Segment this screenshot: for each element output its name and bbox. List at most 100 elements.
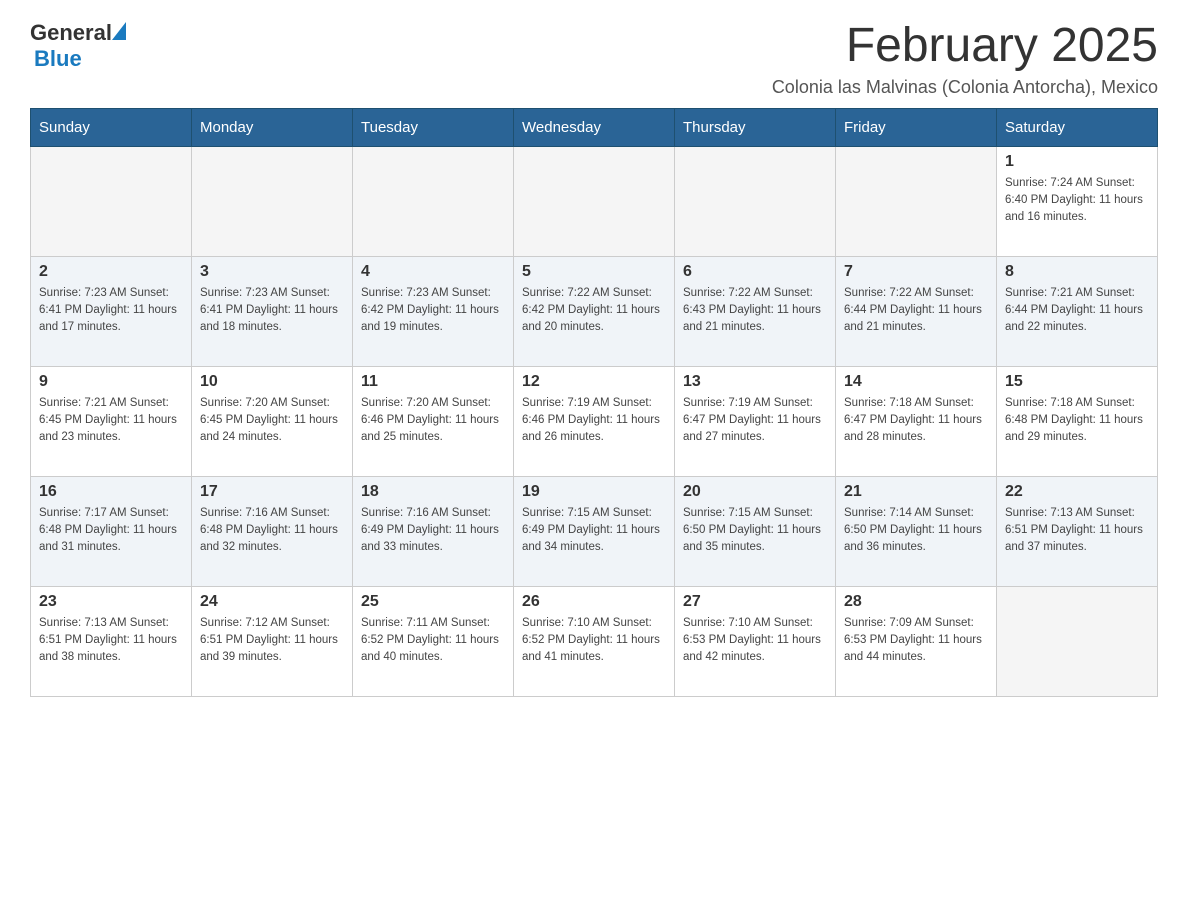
- day-number: 27: [683, 593, 827, 611]
- day-info: Sunrise: 7:20 AM Sunset: 6:45 PM Dayligh…: [200, 395, 344, 447]
- day-info: Sunrise: 7:11 AM Sunset: 6:52 PM Dayligh…: [361, 615, 505, 667]
- calendar-day: 26 Sunrise: 7:10 AM Sunset: 6:52 PM Dayli…: [514, 586, 675, 696]
- calendar-day: [675, 146, 836, 256]
- calendar-day: 27 Sunrise: 7:10 AM Sunset: 6:53 PM Dayli…: [675, 586, 836, 696]
- day-info: Sunrise: 7:22 AM Sunset: 6:42 PM Dayligh…: [522, 285, 666, 337]
- logo: General Blue: [30, 20, 126, 72]
- page-header: General Blue February 2025 Colonia las M…: [30, 20, 1158, 98]
- calendar-day: 11 Sunrise: 7:20 AM Sunset: 6:46 PM Dayli…: [353, 366, 514, 476]
- calendar-day: 15 Sunrise: 7:18 AM Sunset: 6:48 PM Dayli…: [997, 366, 1158, 476]
- calendar-day: 16 Sunrise: 7:17 AM Sunset: 6:48 PM Dayli…: [31, 476, 192, 586]
- weekday-header-saturday: Saturday: [997, 108, 1158, 146]
- calendar-day: 21 Sunrise: 7:14 AM Sunset: 6:50 PM Dayli…: [836, 476, 997, 586]
- day-info: Sunrise: 7:18 AM Sunset: 6:48 PM Dayligh…: [1005, 395, 1149, 447]
- day-number: 15: [1005, 373, 1149, 391]
- day-info: Sunrise: 7:14 AM Sunset: 6:50 PM Dayligh…: [844, 505, 988, 557]
- calendar-title: February 2025: [772, 20, 1158, 73]
- day-info: Sunrise: 7:09 AM Sunset: 6:53 PM Dayligh…: [844, 615, 988, 667]
- title-section: February 2025 Colonia las Malvinas (Colo…: [772, 20, 1158, 98]
- calendar-day: 6 Sunrise: 7:22 AM Sunset: 6:43 PM Daylig…: [675, 256, 836, 366]
- day-number: 3: [200, 263, 344, 281]
- day-number: 10: [200, 373, 344, 391]
- day-number: 22: [1005, 483, 1149, 501]
- calendar-week-4: 16 Sunrise: 7:17 AM Sunset: 6:48 PM Dayli…: [31, 476, 1158, 586]
- weekday-header-sunday: Sunday: [31, 108, 192, 146]
- calendar-day: 10 Sunrise: 7:20 AM Sunset: 6:45 PM Dayli…: [192, 366, 353, 476]
- day-info: Sunrise: 7:22 AM Sunset: 6:43 PM Dayligh…: [683, 285, 827, 337]
- day-number: 9: [39, 373, 183, 391]
- calendar-day: 3 Sunrise: 7:23 AM Sunset: 6:41 PM Daylig…: [192, 256, 353, 366]
- day-number: 11: [361, 373, 505, 391]
- day-number: 18: [361, 483, 505, 501]
- day-number: 16: [39, 483, 183, 501]
- logo-general-text: General: [30, 20, 112, 46]
- calendar-day: 14Sunrise: 7:18 AM Sunset: 6:47 PM Dayli…: [836, 366, 997, 476]
- day-info: Sunrise: 7:12 AM Sunset: 6:51 PM Dayligh…: [200, 615, 344, 667]
- calendar-day: 2 Sunrise: 7:23 AM Sunset: 6:41 PM Daylig…: [31, 256, 192, 366]
- day-number: 1: [1005, 153, 1149, 171]
- day-info: Sunrise: 7:16 AM Sunset: 6:48 PM Dayligh…: [200, 505, 344, 557]
- calendar-week-1: 1 Sunrise: 7:24 AM Sunset: 6:40 PM Daylig…: [31, 146, 1158, 256]
- day-number: 21: [844, 483, 988, 501]
- calendar-day: 8 Sunrise: 7:21 AM Sunset: 6:44 PM Daylig…: [997, 256, 1158, 366]
- calendar-day: 24Sunrise: 7:12 AM Sunset: 6:51 PM Dayli…: [192, 586, 353, 696]
- calendar-day: 20Sunrise: 7:15 AM Sunset: 6:50 PM Dayli…: [675, 476, 836, 586]
- day-number: 25: [361, 593, 505, 611]
- calendar-week-5: 23Sunrise: 7:13 AM Sunset: 6:51 PM Dayli…: [31, 586, 1158, 696]
- day-number: 4: [361, 263, 505, 281]
- day-info: Sunrise: 7:10 AM Sunset: 6:52 PM Dayligh…: [522, 615, 666, 667]
- day-info: Sunrise: 7:13 AM Sunset: 6:51 PM Dayligh…: [39, 615, 183, 667]
- day-number: 28: [844, 593, 988, 611]
- day-info: Sunrise: 7:21 AM Sunset: 6:44 PM Dayligh…: [1005, 285, 1149, 337]
- day-number: 26: [522, 593, 666, 611]
- calendar-week-3: 9 Sunrise: 7:21 AM Sunset: 6:45 PM Daylig…: [31, 366, 1158, 476]
- weekday-header-tuesday: Tuesday: [353, 108, 514, 146]
- day-number: 14: [844, 373, 988, 391]
- calendar-table: SundayMondayTuesdayWednesdayThursdayFrid…: [30, 108, 1158, 697]
- calendar-week-2: 2 Sunrise: 7:23 AM Sunset: 6:41 PM Daylig…: [31, 256, 1158, 366]
- day-number: 5: [522, 263, 666, 281]
- day-info: Sunrise: 7:15 AM Sunset: 6:49 PM Dayligh…: [522, 505, 666, 557]
- calendar-subtitle: Colonia las Malvinas (Colonia Antorcha),…: [772, 77, 1158, 98]
- calendar-day: 13 Sunrise: 7:19 AM Sunset: 6:47 PM Dayli…: [675, 366, 836, 476]
- weekday-header-thursday: Thursday: [675, 108, 836, 146]
- calendar-day: 25 Sunrise: 7:11 AM Sunset: 6:52 PM Dayli…: [353, 586, 514, 696]
- calendar-header-row: SundayMondayTuesdayWednesdayThursdayFrid…: [31, 108, 1158, 146]
- logo-blue-text: Blue: [34, 46, 82, 72]
- day-info: Sunrise: 7:21 AM Sunset: 6:45 PM Dayligh…: [39, 395, 183, 447]
- day-number: 6: [683, 263, 827, 281]
- day-info: Sunrise: 7:23 AM Sunset: 6:41 PM Dayligh…: [200, 285, 344, 337]
- day-info: Sunrise: 7:24 AM Sunset: 6:40 PM Dayligh…: [1005, 175, 1149, 227]
- day-number: 19: [522, 483, 666, 501]
- calendar-day: 5 Sunrise: 7:22 AM Sunset: 6:42 PM Daylig…: [514, 256, 675, 366]
- day-info: Sunrise: 7:17 AM Sunset: 6:48 PM Dayligh…: [39, 505, 183, 557]
- logo-triangle-icon: [112, 22, 126, 40]
- calendar-day: [836, 146, 997, 256]
- day-info: Sunrise: 7:10 AM Sunset: 6:53 PM Dayligh…: [683, 615, 827, 667]
- weekday-header-wednesday: Wednesday: [514, 108, 675, 146]
- calendar-day: 19 Sunrise: 7:15 AM Sunset: 6:49 PM Dayli…: [514, 476, 675, 586]
- day-number: 2: [39, 263, 183, 281]
- calendar-day: 18Sunrise: 7:16 AM Sunset: 6:49 PM Dayli…: [353, 476, 514, 586]
- calendar-day: [997, 586, 1158, 696]
- day-number: 20: [683, 483, 827, 501]
- day-info: Sunrise: 7:19 AM Sunset: 6:46 PM Dayligh…: [522, 395, 666, 447]
- calendar-day: 1 Sunrise: 7:24 AM Sunset: 6:40 PM Daylig…: [997, 146, 1158, 256]
- day-number: 17: [200, 483, 344, 501]
- calendar-day: 12Sunrise: 7:19 AM Sunset: 6:46 PM Dayli…: [514, 366, 675, 476]
- day-info: Sunrise: 7:20 AM Sunset: 6:46 PM Dayligh…: [361, 395, 505, 447]
- day-info: Sunrise: 7:19 AM Sunset: 6:47 PM Dayligh…: [683, 395, 827, 447]
- calendar-day: 17 Sunrise: 7:16 AM Sunset: 6:48 PM Dayli…: [192, 476, 353, 586]
- day-info: Sunrise: 7:23 AM Sunset: 6:41 PM Dayligh…: [39, 285, 183, 337]
- day-info: Sunrise: 7:22 AM Sunset: 6:44 PM Dayligh…: [844, 285, 988, 337]
- day-number: 13: [683, 373, 827, 391]
- day-info: Sunrise: 7:13 AM Sunset: 6:51 PM Dayligh…: [1005, 505, 1149, 557]
- day-info: Sunrise: 7:23 AM Sunset: 6:42 PM Dayligh…: [361, 285, 505, 337]
- calendar-day: 22 Sunrise: 7:13 AM Sunset: 6:51 PM Dayli…: [997, 476, 1158, 586]
- day-number: 8: [1005, 263, 1149, 281]
- weekday-header-friday: Friday: [836, 108, 997, 146]
- calendar-day: [514, 146, 675, 256]
- calendar-day: [353, 146, 514, 256]
- day-number: 7: [844, 263, 988, 281]
- calendar-day: [31, 146, 192, 256]
